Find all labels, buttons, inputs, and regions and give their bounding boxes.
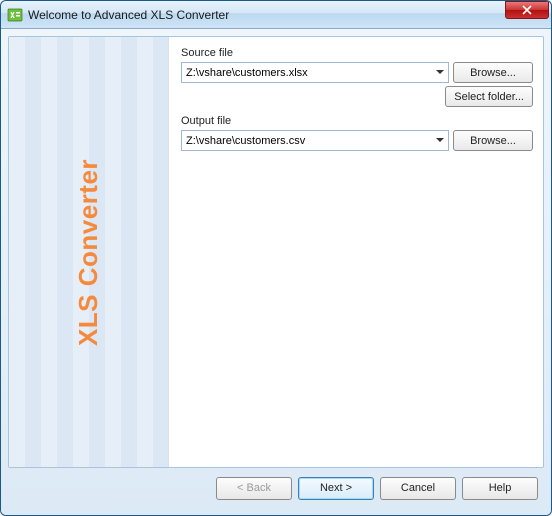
next-button[interactable]: Next > [298,477,374,500]
source-browse-button[interactable]: Browse... [453,62,533,83]
main-panel: Source file Browse... Selec [169,37,543,467]
output-file-input[interactable] [182,131,431,150]
cancel-button[interactable]: Cancel [380,477,456,500]
output-file-label: Output file [181,115,533,127]
help-button[interactable]: Help [462,477,538,500]
output-file-dropdown-button[interactable] [431,131,448,150]
output-file-group: Output file Browse... [181,115,533,151]
wizard-window: Welcome to Advanced XLS Converter XLS Co… [0,0,552,516]
source-file-input[interactable] [182,63,431,82]
sidebar: XLS Converter [9,37,169,467]
close-icon [522,5,532,15]
app-icon [7,7,23,23]
content-panel: XLS Converter Source file Browse... [8,36,544,468]
back-button[interactable]: < Back [216,477,292,500]
output-browse-button[interactable]: Browse... [453,130,533,151]
source-file-label: Source file [181,47,533,59]
close-button[interactable] [505,1,549,19]
source-file-group: Source file Browse... Selec [181,47,533,107]
select-folder-button[interactable]: Select folder... [445,86,533,107]
chevron-down-icon [436,70,444,75]
chevron-down-icon [436,138,444,143]
window-title: Welcome to Advanced XLS Converter [28,8,505,22]
wizard-button-bar: < Back Next > Cancel Help [8,468,544,508]
sidebar-heading: XLS Converter [73,158,104,345]
output-file-combobox[interactable] [181,130,449,151]
titlebar: Welcome to Advanced XLS Converter [1,1,551,29]
client-area: XLS Converter Source file Browse... [1,29,551,515]
source-file-dropdown-button[interactable] [431,63,448,82]
source-file-combobox[interactable] [181,62,449,83]
